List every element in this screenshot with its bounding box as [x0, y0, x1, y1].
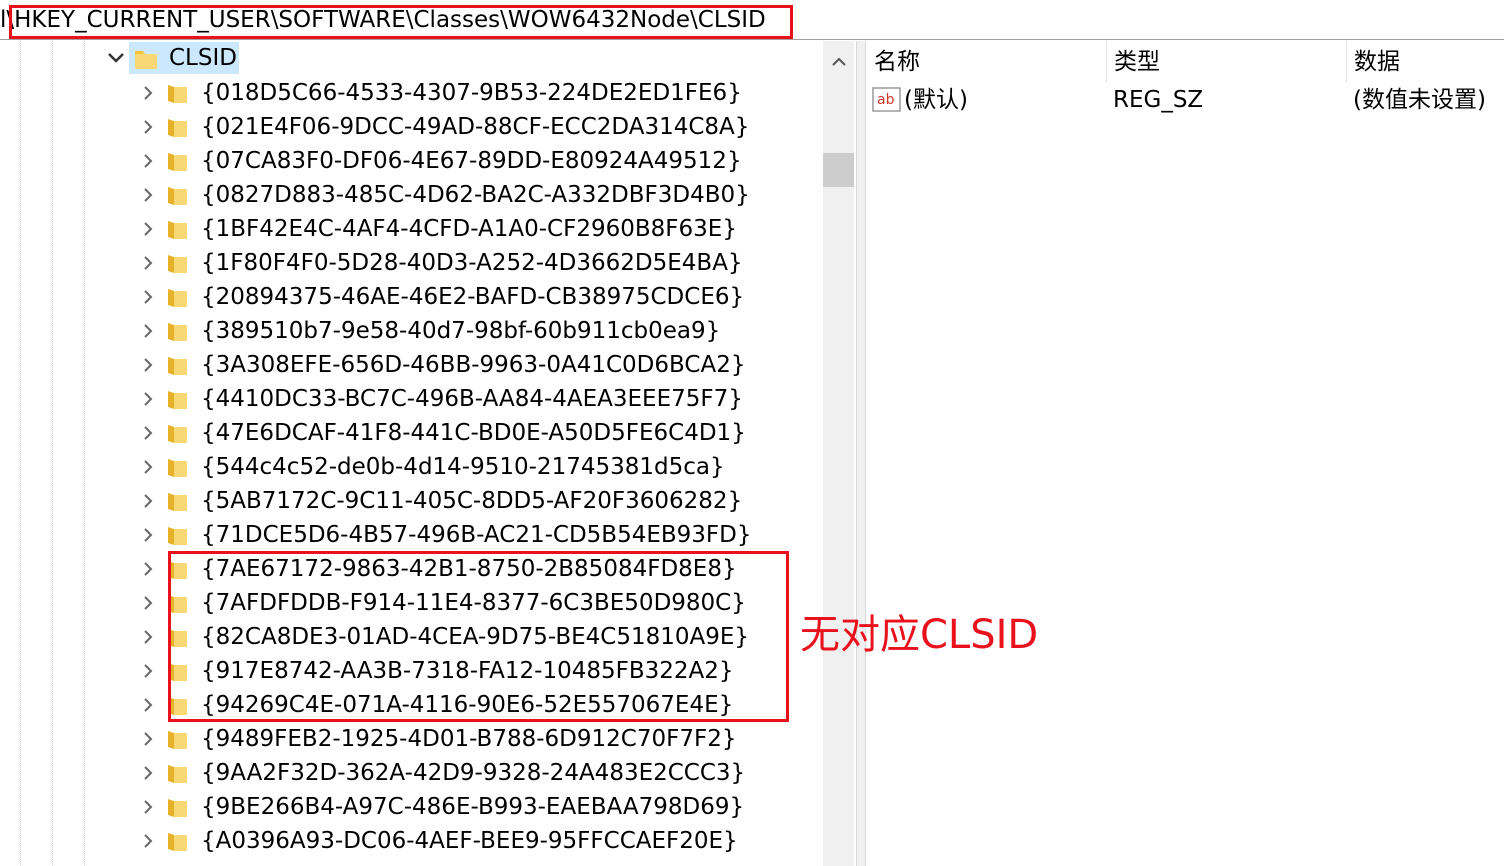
tree-item-label: {4410DC33-BC7C-496B-AA84-4AEA3EEE75F7}	[201, 386, 743, 412]
chevron-right-icon[interactable]	[140, 799, 156, 815]
tree-item[interactable]: {9BE266B4-A97C-486E-B993-EAEBAA798D69}	[0, 790, 823, 824]
tree-item[interactable]: {5AB7172C-9C11-405C-8DD5-AF20F3606282}	[0, 484, 823, 518]
folder-icon	[166, 253, 188, 275]
folder-icon	[166, 287, 188, 309]
chevron-right-icon[interactable]	[140, 85, 156, 101]
value-data: (数值未设置)	[1353, 87, 1486, 113]
tree-item-label: {20894375-46AE-46E2-BAFD-CB38975CDCE6}	[201, 284, 745, 310]
chevron-right-icon[interactable]	[140, 289, 156, 305]
address-bar[interactable]: l\HKEY_CURRENT_USER\SOFTWARE\Classes\WOW…	[0, 0, 1504, 40]
chevron-right-icon[interactable]	[140, 425, 156, 441]
column-header-type[interactable]: 类型	[1106, 41, 1346, 83]
string-value-icon: ab	[872, 87, 902, 113]
folder-icon	[166, 491, 188, 513]
chevron-right-icon[interactable]	[140, 493, 156, 509]
tree-item-label: {07CA83F0-DF06-4E67-89DD-E80924A49512}	[201, 148, 742, 174]
folder-icon	[166, 117, 188, 139]
column-header-name[interactable]: 名称	[866, 41, 1106, 83]
tree-root-label: CLSID	[169, 45, 237, 71]
column-header-data[interactable]: 数据	[1346, 41, 1504, 83]
chevron-right-icon[interactable]	[140, 697, 156, 713]
tree-item[interactable]: {021E4F06-9DCC-49AD-88CF-ECC2DA314C8A}	[0, 110, 823, 144]
chevron-right-icon[interactable]	[140, 391, 156, 407]
tree-item-label: {9489FEB2-1925-4D01-B788-6D912C70F7F2}	[201, 726, 737, 752]
chevron-right-icon[interactable]	[140, 255, 156, 271]
tree-item[interactable]: {018D5C66-4533-4307-9B53-224DE2ED1FE6}	[0, 76, 823, 110]
tree-item[interactable]: {A0396A93-DC06-4AEF-BEE9-95FFCCAEF20E}	[0, 824, 823, 858]
tree-item[interactable]: {1BF42E4C-4AF4-4CFD-A1A0-CF2960B8F63E}	[0, 212, 823, 246]
folder-icon	[166, 729, 188, 751]
tree-item-label: {5AB7172C-9C11-405C-8DD5-AF20F3606282}	[201, 488, 743, 514]
tree-item-label: {A0396A93-DC06-4AEF-BEE9-95FFCCAEF20E}	[201, 828, 738, 854]
tree-item[interactable]: {3A308EFE-656D-46BB-9963-0A41C0D6BCA2}	[0, 348, 823, 382]
chevron-right-icon[interactable]	[140, 663, 156, 679]
chevron-right-icon[interactable]	[140, 119, 156, 135]
tree-item[interactable]: {0827D883-485C-4D62-BA2C-A332DBF3D4B0}	[0, 178, 823, 212]
folder-icon	[166, 423, 188, 445]
tree-item-label: {9AA2F32D-362A-42D9-9328-24A483E2CCC3}	[201, 760, 746, 786]
annotation-highlight-box	[168, 551, 789, 722]
tree-item-label: {47E6DCAF-41F8-441C-BD0E-A50D5FE6C4D1}	[201, 420, 746, 446]
folder-icon	[166, 797, 188, 819]
folder-icon	[166, 831, 188, 853]
folder-icon	[166, 219, 188, 241]
chevron-right-icon[interactable]	[140, 595, 156, 611]
folder-icon	[166, 321, 188, 343]
chevron-right-icon[interactable]	[140, 731, 156, 747]
value-name: (默认)	[904, 87, 968, 113]
tree-item[interactable]: {389510b7-9e58-40d7-98bf-60b911cb0ea9}	[0, 314, 823, 348]
tree-item-label: {544c4c52-de0b-4d14-9510-21745381d5ca}	[201, 454, 725, 480]
folder-icon	[166, 457, 188, 479]
folder-icon	[166, 389, 188, 411]
pane-splitter[interactable]	[856, 41, 866, 866]
annotation-label: 无对应CLSID	[800, 612, 1039, 658]
tree-item-label: {018D5C66-4533-4307-9B53-224DE2ED1FE6}	[201, 80, 742, 106]
folder-icon	[166, 151, 188, 173]
chevron-right-icon[interactable]	[140, 527, 156, 543]
tree-item-label: {021E4F06-9DCC-49AD-88CF-ECC2DA314C8A}	[201, 114, 750, 140]
tree-item[interactable]: {07CA83F0-DF06-4E67-89DD-E80924A49512}	[0, 144, 823, 178]
tree-item[interactable]: {20894375-46AE-46E2-BAFD-CB38975CDCE6}	[0, 280, 823, 314]
folder-icon	[166, 355, 188, 377]
folder-icon	[166, 83, 188, 105]
chevron-right-icon[interactable]	[140, 323, 156, 339]
folder-icon	[134, 48, 158, 74]
tree-item[interactable]: {9AA2F32D-362A-42D9-9328-24A483E2CCC3}	[0, 756, 823, 790]
tree-item[interactable]: {9489FEB2-1925-4D01-B788-6D912C70F7F2}	[0, 722, 823, 756]
tree-item-label: {9BE266B4-A97C-486E-B993-EAEBAA798D69}	[201, 794, 745, 820]
tree-item-label: {71DCE5D6-4B57-496B-AC21-CD5B54EB93FD}	[201, 522, 752, 548]
tree-item[interactable]: {544c4c52-de0b-4d14-9510-21745381d5ca}	[0, 450, 823, 484]
tree-item-label: {1F80F4F0-5D28-40D3-A252-4D3662D5E4BA}	[201, 250, 743, 276]
tree-item[interactable]: {4410DC33-BC7C-496B-AA84-4AEA3EEE75F7}	[0, 382, 823, 416]
chevron-right-icon[interactable]	[140, 833, 156, 849]
chevron-right-icon[interactable]	[140, 357, 156, 373]
chevron-down-icon[interactable]	[106, 49, 126, 67]
chevron-right-icon[interactable]	[140, 459, 156, 475]
chevron-right-icon[interactable]	[140, 765, 156, 781]
scroll-up-arrow-icon[interactable]	[831, 53, 847, 66]
folder-icon	[166, 763, 188, 785]
tree-item-label: {389510b7-9e58-40d7-98bf-60b911cb0ea9}	[201, 318, 721, 344]
tree-item[interactable]: {71DCE5D6-4B57-496B-AC21-CD5B54EB93FD}	[0, 518, 823, 552]
svg-text:ab: ab	[877, 92, 895, 108]
value-type: REG_SZ	[1113, 87, 1204, 113]
value-list: 名称 类型 数据 ab (默认) REG_SZ (数值未设置)	[866, 41, 1504, 866]
address-highlight-box	[9, 5, 793, 39]
chevron-right-icon[interactable]	[140, 629, 156, 645]
chevron-right-icon[interactable]	[140, 561, 156, 577]
tree-scrollbar[interactable]	[823, 41, 854, 866]
tree-item-label: {3A308EFE-656D-46BB-9963-0A41C0D6BCA2}	[201, 352, 746, 378]
registry-tree: CLSID {018D5C66-4533-4307-9B53-224DE2ED1…	[0, 41, 823, 866]
chevron-right-icon[interactable]	[140, 221, 156, 237]
tree-item-label: {1BF42E4C-4AF4-4CFD-A1A0-CF2960B8F63E}	[201, 216, 737, 242]
folder-icon	[166, 185, 188, 207]
chevron-right-icon[interactable]	[140, 187, 156, 203]
scrollbar-thumb[interactable]	[823, 153, 854, 187]
folder-icon	[166, 525, 188, 547]
tree-item[interactable]: {1F80F4F0-5D28-40D3-A252-4D3662D5E4BA}	[0, 246, 823, 280]
tree-item[interactable]: {47E6DCAF-41F8-441C-BD0E-A50D5FE6C4D1}	[0, 416, 823, 450]
chevron-right-icon[interactable]	[140, 153, 156, 169]
tree-root-clsid[interactable]: CLSID	[0, 41, 823, 75]
tree-item-label: {0827D883-485C-4D62-BA2C-A332DBF3D4B0}	[201, 182, 750, 208]
